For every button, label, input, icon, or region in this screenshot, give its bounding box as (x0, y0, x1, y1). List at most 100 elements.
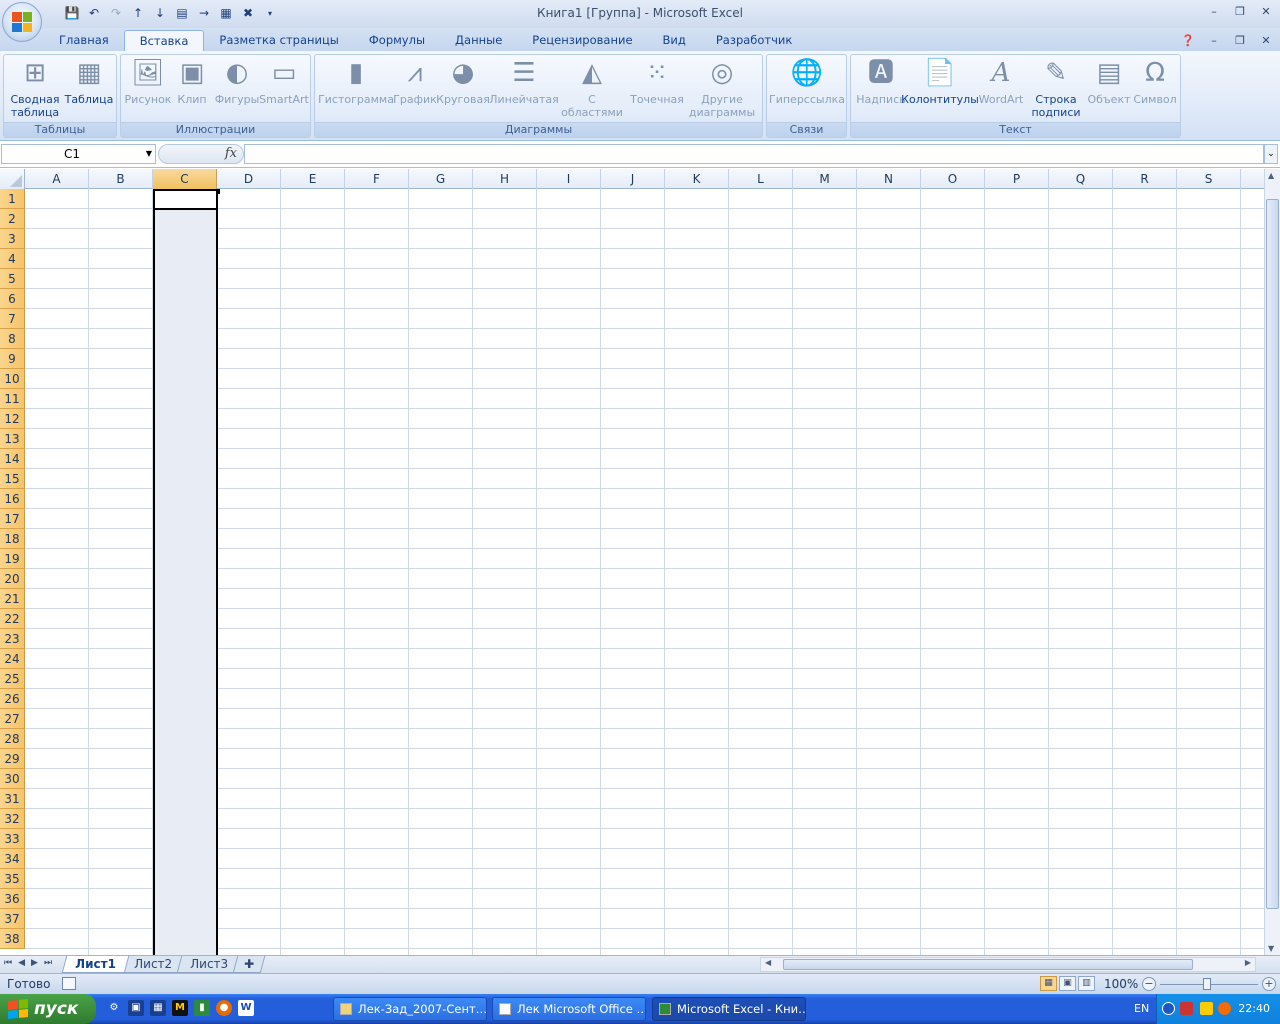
pie-chart-button[interactable]: ◕ Круговая (436, 57, 490, 107)
prev-sheet-icon[interactable]: ◀ (18, 958, 25, 968)
wordart-button[interactable]: A WordArt (975, 57, 1027, 107)
column-header-a[interactable]: A (25, 169, 89, 189)
tab-formulas[interactable]: Формулы (354, 30, 440, 51)
row-header[interactable]: 12 (0, 409, 25, 429)
row-header[interactable]: 24 (0, 649, 25, 669)
shapes-button[interactable]: ◐ Фигуры (213, 57, 261, 107)
sheet-tab-1[interactable]: Лист1 (61, 956, 130, 973)
row-header[interactable]: 17 (0, 509, 25, 529)
column-header-d[interactable]: D (217, 169, 281, 189)
hyperlink-button[interactable]: 🌐 Гиперссылка (769, 57, 845, 107)
taskbar-item-excel[interactable]: Microsoft Excel - Кни… (652, 997, 806, 1021)
expand-formula-bar-icon[interactable]: ⌄ (1264, 144, 1278, 164)
help-icon[interactable]: ❓ (1178, 31, 1198, 49)
scroll-down-icon[interactable]: ▼ (1268, 944, 1274, 953)
column-header-f[interactable]: F (345, 169, 409, 189)
row-header[interactable]: 28 (0, 729, 25, 749)
tab-view[interactable]: Вид (648, 30, 701, 51)
row-header[interactable]: 36 (0, 889, 25, 909)
macro-record-icon[interactable] (62, 977, 76, 990)
formula-input[interactable] (244, 144, 1264, 164)
taskbar-item-doc2[interactable]: Лек Microsoft Office … (492, 997, 646, 1021)
scatter-chart-button[interactable]: ⁙ Точечная (627, 57, 687, 107)
row-header[interactable]: 13 (0, 429, 25, 449)
scroll-up-icon[interactable]: ▲ (1268, 171, 1274, 180)
first-sheet-icon[interactable]: ⏮ (4, 958, 12, 968)
row-header[interactable]: 38 (0, 929, 25, 949)
restore-icon[interactable]: ❐ (1230, 2, 1250, 20)
column-header-m[interactable]: M (793, 169, 857, 189)
row-header[interactable]: 6 (0, 289, 25, 309)
zoom-slider[interactable]: − + (1142, 977, 1276, 992)
area-chart-button[interactable]: ◭ С областями (559, 57, 625, 120)
column-header-o[interactable]: O (921, 169, 985, 189)
sheet-tab-2[interactable]: Лист2 (120, 956, 186, 973)
tab-review[interactable]: Рецензирование (517, 30, 647, 51)
row-header[interactable]: 33 (0, 829, 25, 849)
vertical-scroll-thumb[interactable] (1266, 199, 1279, 909)
column-header-h[interactable]: H (473, 169, 537, 189)
row-header[interactable]: 32 (0, 809, 25, 829)
horizontal-scrollbar[interactable]: ◀ ▶ (760, 957, 1256, 972)
language-indicator[interactable]: EN (1134, 1002, 1149, 1015)
column-header-l[interactable]: L (729, 169, 793, 189)
row-header[interactable]: 14 (0, 449, 25, 469)
row-header[interactable]: 21 (0, 589, 25, 609)
row-header[interactable]: 11 (0, 389, 25, 409)
column-header-q[interactable]: Q (1049, 169, 1113, 189)
zoom-out-icon[interactable]: − (1142, 977, 1156, 991)
last-sheet-icon[interactable]: ⏭ (44, 958, 52, 968)
row-header[interactable]: 27 (0, 709, 25, 729)
row-header[interactable]: 15 (0, 469, 25, 489)
header-footer-button[interactable]: 📄 Колонтитулы (901, 57, 979, 107)
tab-data[interactable]: Данные (440, 30, 517, 51)
active-cell[interactable] (153, 189, 218, 210)
row-header[interactable]: 1 (0, 189, 25, 209)
m-app-icon[interactable]: M (172, 1000, 188, 1016)
row-header[interactable]: 4 (0, 249, 25, 269)
symbol-button[interactable]: Ω Символ (1131, 57, 1179, 107)
row-header[interactable]: 31 (0, 789, 25, 809)
name-box-dropdown-icon[interactable]: ▼ (146, 145, 152, 163)
green-app-icon[interactable]: ▮ (194, 1000, 210, 1016)
network-icon[interactable]: ⚙ (106, 1000, 122, 1016)
column-header-j[interactable]: J (601, 169, 665, 189)
column-header-g[interactable]: G (409, 169, 473, 189)
column-header-b[interactable]: B (89, 169, 153, 189)
tab-developer[interactable]: Разработчик (701, 30, 808, 51)
tray-expand-icon[interactable] (1162, 1002, 1175, 1015)
horizontal-scroll-thumb[interactable] (783, 959, 1193, 970)
scroll-right-icon[interactable]: ▶ (1245, 958, 1251, 967)
column-header-p[interactable]: P (985, 169, 1049, 189)
histogram-button[interactable]: ▮ Гистограмма (318, 57, 394, 107)
tray-signal-icon[interactable] (1200, 1002, 1213, 1015)
other-charts-button[interactable]: ◎ Другие диаграммы (687, 57, 757, 120)
row-header[interactable]: 19 (0, 549, 25, 569)
grid-app-icon[interactable]: ▦ (150, 1000, 166, 1016)
table-button[interactable]: ▦ Таблица (64, 57, 114, 107)
doc-restore-icon[interactable]: ❐ (1230, 31, 1250, 49)
tray-app-icon[interactable] (1218, 1002, 1231, 1015)
minimize-icon[interactable]: – (1204, 2, 1224, 20)
office-button[interactable] (2, 2, 42, 42)
row-header[interactable]: 29 (0, 749, 25, 769)
row-header[interactable]: 30 (0, 769, 25, 789)
row-header[interactable]: 9 (0, 349, 25, 369)
row-header[interactable]: 3 (0, 229, 25, 249)
row-header[interactable]: 5 (0, 269, 25, 289)
normal-view-icon[interactable]: ▦ (1040, 976, 1057, 991)
row-header[interactable]: 35 (0, 869, 25, 889)
insert-function-button[interactable]: fx (225, 146, 237, 161)
row-header[interactable]: 18 (0, 529, 25, 549)
next-sheet-icon[interactable]: ▶ (31, 958, 38, 968)
tab-page-layout[interactable]: Разметка страницы (204, 30, 353, 51)
insert-sheet-button[interactable]: ✚ (232, 956, 266, 973)
tab-home[interactable]: Главная (44, 30, 124, 51)
page-layout-view-icon[interactable]: ▣ (1059, 976, 1076, 991)
firefox-icon[interactable]: ● (216, 1000, 232, 1016)
vertical-scrollbar[interactable]: ▲ ▼ (1264, 169, 1280, 955)
textbox-button[interactable]: 🅰 Надпись (855, 57, 907, 107)
row-header[interactable]: 2 (0, 209, 25, 229)
column-header-r[interactable]: R (1113, 169, 1177, 189)
row-header[interactable]: 22 (0, 609, 25, 629)
